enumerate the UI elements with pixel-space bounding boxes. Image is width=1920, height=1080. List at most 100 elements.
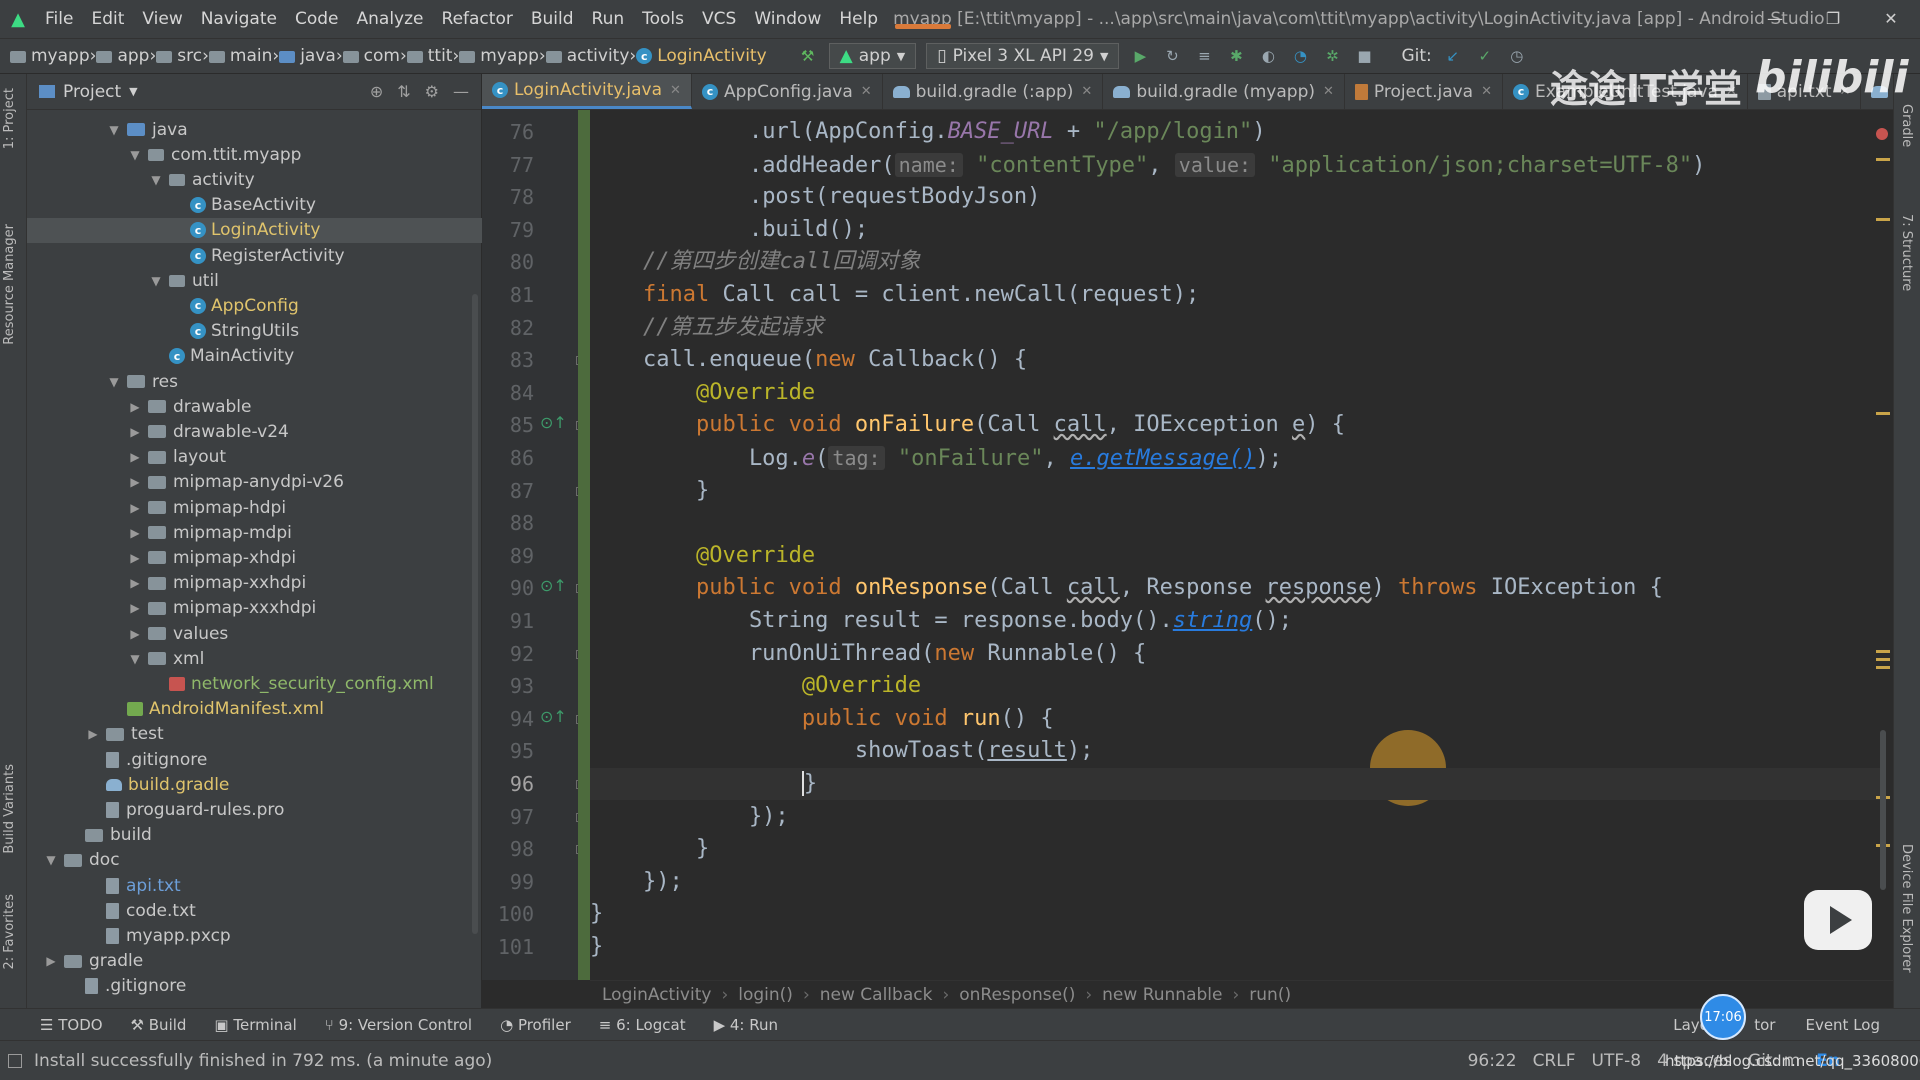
tree-item[interactable]: ▶ drawable-v24	[27, 419, 482, 444]
tree-item[interactable]: ▶ layout	[27, 445, 482, 470]
favorites-tab[interactable]: 2: Favorites	[2, 894, 17, 970]
profile-icon[interactable]: ◔	[1289, 45, 1311, 67]
status-square-icon[interactable]	[8, 1053, 22, 1068]
expand-arrow-icon[interactable]: ▼	[44, 853, 58, 867]
menu-item-refactor[interactable]: Refactor	[433, 0, 522, 38]
tree-item[interactable]: ▶ mipmap-hdpi	[27, 495, 482, 520]
collapse-arrow-icon[interactable]: ▶	[128, 627, 142, 641]
crumb-item[interactable]: myapp	[459, 46, 539, 66]
tree-item[interactable]: proguard-rules.pro	[27, 797, 482, 822]
override-method-icon[interactable]: ⊙↑	[540, 707, 567, 726]
close-tab-icon[interactable]: ✕	[1081, 84, 1092, 99]
minimize-icon[interactable]: —	[1746, 0, 1804, 38]
collapse-arrow-icon[interactable]: ▶	[128, 501, 142, 515]
close-tab-icon[interactable]: ✕	[861, 84, 872, 99]
warning-marker[interactable]	[1876, 218, 1890, 221]
expand-arrow-icon[interactable]: ▼	[149, 274, 163, 288]
override-method-icon[interactable]: ⊙↑	[540, 576, 567, 595]
gradle-tab[interactable]: Gradle	[1899, 104, 1914, 147]
breadcrumb-item[interactable]: run()	[1249, 985, 1291, 1005]
tree-item[interactable]: ▶ drawable	[27, 394, 482, 419]
device-dropdown[interactable]: ▯ Pixel 3 XL API 29 ▼	[926, 43, 1120, 69]
menu-item-code[interactable]: Code	[286, 0, 348, 38]
crumb-item[interactable]: myapp	[10, 46, 90, 66]
collapse-arrow-icon[interactable]: ▶	[128, 601, 142, 615]
tree-item[interactable]: ▼ java	[27, 117, 482, 142]
tree-item[interactable]: ▼ doc	[27, 848, 482, 873]
panel-scrollbar[interactable]	[472, 294, 478, 934]
warning-marker[interactable]	[1876, 158, 1890, 161]
tree-item[interactable]: .gitignore	[27, 747, 482, 772]
tree-item[interactable]: c BaseActivity	[27, 193, 482, 218]
tree-item[interactable]: build.gradle	[27, 772, 482, 797]
tool-tab[interactable]: ▶ 4: Run	[714, 1016, 778, 1034]
tree-item[interactable]: AndroidManifest.xml	[27, 697, 482, 722]
collapse-arrow-icon[interactable]: ▶	[128, 475, 142, 489]
hide-icon[interactable]: —	[453, 82, 469, 101]
gear-icon[interactable]: ⚙	[425, 82, 439, 101]
tree-item[interactable]: code.txt	[27, 898, 482, 923]
breadcrumb-item[interactable]: new Runnable	[1102, 985, 1222, 1005]
menu-item-analyze[interactable]: Analyze	[348, 0, 433, 38]
menu-item-tools[interactable]: Tools	[633, 0, 693, 38]
coverage-icon[interactable]: ◐	[1257, 45, 1279, 67]
crumb-item[interactable]: activity	[545, 46, 629, 66]
collapse-arrow-icon[interactable]: ▶	[128, 450, 142, 464]
debug-icon[interactable]: ✱	[1225, 45, 1247, 67]
tree-item[interactable]: ▼ com.ttit.myapp	[27, 142, 482, 167]
resource-manager-tab[interactable]: Resource Manager	[2, 224, 17, 345]
crumb-item[interactable]: main	[208, 46, 272, 66]
override-method-icon[interactable]: ⊙↑	[540, 413, 567, 432]
apply-changes-icon[interactable]: ≡	[1193, 45, 1215, 67]
status-message[interactable]: Install successfully finished in 792 ms.…	[34, 1051, 492, 1071]
collapse-arrow-icon[interactable]: ▶	[86, 727, 100, 741]
device-file-explorer-tab[interactable]: Device File Explorer	[1899, 844, 1914, 973]
menu-item-run[interactable]: Run	[583, 0, 634, 38]
crumb-item[interactable]: src	[156, 46, 202, 66]
warning-marker[interactable]	[1876, 666, 1890, 669]
collapse-arrow-icon[interactable]: ▶	[128, 425, 142, 439]
tool-tab[interactable]: ⑂ 9: Version Control	[325, 1016, 472, 1034]
stop-icon[interactable]: ■	[1353, 45, 1375, 67]
tree-item[interactable]: ▶ mipmap-xxxhdpi	[27, 596, 482, 621]
tree-item[interactable]: ▼ activity	[27, 167, 482, 192]
file-encoding[interactable]: UTF-8	[1592, 1051, 1642, 1071]
warning-marker[interactable]	[1876, 658, 1890, 661]
expand-arrow-icon[interactable]: ▼	[128, 652, 142, 666]
vcs-change-segment[interactable]	[578, 110, 590, 980]
tree-item[interactable]: ▶ gradle	[27, 949, 482, 974]
tree-item[interactable]: c AppConfig	[27, 293, 482, 318]
close-tab-icon[interactable]: ✕	[1323, 84, 1334, 99]
tool-tab[interactable]: ☰ TODO	[40, 1016, 103, 1034]
hammer-icon[interactable]: ⚒	[797, 45, 819, 67]
collapse-arrow-icon[interactable]: ▶	[128, 400, 142, 414]
editor-tab[interactable]: build.gradle (:app) ✕	[883, 74, 1104, 109]
tree-item[interactable]: api.txt	[27, 873, 482, 898]
menu-item-vcs[interactable]: VCS	[693, 0, 745, 38]
caret-position[interactable]: 96:22	[1468, 1051, 1517, 1071]
editor-tab[interactable]: c AppConfig.java ✕	[692, 74, 883, 109]
build-variants-tab[interactable]: Build Variants	[2, 764, 17, 854]
tree-item[interactable]: ▶ mipmap-anydpi-v26	[27, 470, 482, 495]
menu-item-build[interactable]: Build	[522, 0, 583, 38]
menu-item-view[interactable]: View	[133, 0, 191, 38]
scrollbar-thumb[interactable]	[1880, 730, 1886, 890]
tool-tab[interactable]: ◔ Profiler	[500, 1016, 571, 1034]
tool-tab[interactable]: ⚒ Build	[131, 1016, 187, 1034]
collapse-arrow-icon[interactable]: ▶	[128, 576, 142, 590]
tree-item[interactable]: .gitignore	[27, 974, 482, 999]
tree-item[interactable]: c StringUtils	[27, 319, 482, 344]
close-tab-icon[interactable]: ✕	[1481, 84, 1492, 99]
rerun-icon[interactable]: ↻	[1161, 45, 1183, 67]
tree-item[interactable]: ▼ xml	[27, 646, 482, 671]
line-separator[interactable]: CRLF	[1533, 1051, 1576, 1071]
tree-item[interactable]: ▶ values	[27, 621, 482, 646]
crumb-item[interactable]: app	[96, 46, 149, 66]
tree-item[interactable]: network_security_config.xml	[27, 671, 482, 696]
menu-item-navigate[interactable]: Navigate	[192, 0, 286, 38]
tree-item[interactable]: ▶ mipmap-xxhdpi	[27, 571, 482, 596]
git-history-icon[interactable]: ◷	[1506, 45, 1528, 67]
tree-item[interactable]: build	[27, 823, 482, 848]
menu-item-file[interactable]: File	[36, 0, 82, 38]
tree-item[interactable]: c MainActivity	[27, 344, 482, 369]
